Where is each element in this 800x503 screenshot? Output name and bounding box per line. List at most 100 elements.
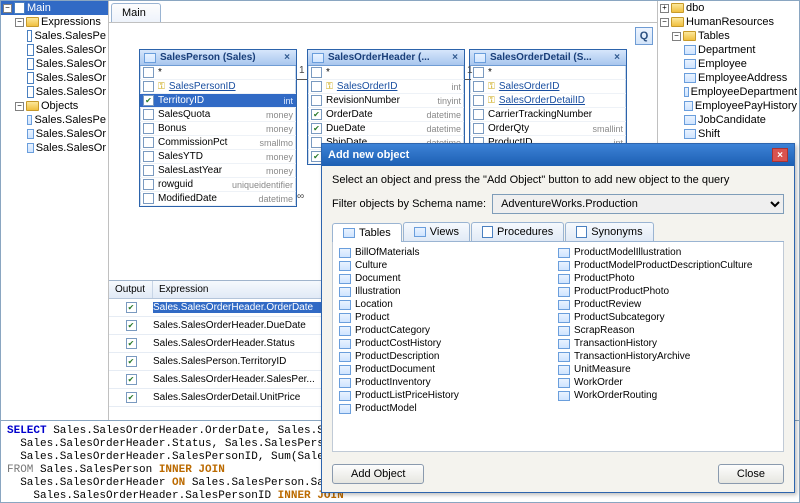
field-checkbox[interactable] — [143, 151, 154, 162]
field-checkbox[interactable] — [143, 95, 154, 106]
field-row[interactable]: SalesLastYearmoney — [140, 164, 296, 178]
collapse-icon[interactable]: − — [672, 32, 681, 41]
field-checkbox[interactable] — [143, 165, 154, 176]
object-list[interactable]: BillOfMaterialsCultureDocumentIllustrati… — [332, 242, 784, 452]
field-checkbox[interactable] — [311, 109, 322, 120]
object-item[interactable]: ProductModel — [339, 402, 558, 415]
output-checkbox[interactable] — [126, 374, 137, 385]
tree-tables-folder[interactable]: − Tables — [670, 29, 799, 43]
object-item[interactable]: ProductDocument — [339, 363, 558, 376]
tab-synonyms[interactable]: Synonyms — [565, 222, 653, 241]
field-checkbox[interactable] — [473, 95, 484, 106]
field-checkbox[interactable] — [143, 81, 154, 92]
tree-humanresources[interactable]: − HumanResources — [658, 15, 799, 29]
tab-procedures[interactable]: Procedures — [471, 222, 564, 241]
output-checkbox[interactable] — [126, 338, 137, 349]
field-checkbox[interactable] — [311, 95, 322, 106]
field-checkbox[interactable] — [311, 123, 322, 134]
close-icon[interactable]: × — [450, 52, 460, 63]
tree-leaf[interactable]: EmployeeDepartment — [682, 85, 799, 99]
left-object-tree[interactable]: − Main − Expressions Sales.SalesPeSales.… — [1, 1, 109, 420]
tree-leaf[interactable]: JobCandidate — [682, 113, 799, 127]
expand-icon[interactable]: + — [660, 4, 669, 13]
field-row[interactable]: rowguiduniqueidentifier — [140, 178, 296, 192]
object-item[interactable]: ProductDescription — [339, 350, 558, 363]
object-item[interactable]: BillOfMaterials — [339, 246, 558, 259]
object-item[interactable]: ProductCostHistory — [339, 337, 558, 350]
close-button[interactable]: Close — [718, 464, 784, 484]
object-item[interactable]: ProductReview — [558, 298, 777, 311]
field-checkbox[interactable] — [143, 179, 154, 190]
object-item[interactable]: ScrapReason — [558, 324, 777, 337]
schema-filter-select[interactable]: AdventureWorks.Production — [492, 194, 784, 214]
tree-leaf[interactable]: Sales.SalesPe — [25, 113, 108, 127]
join-line[interactable] — [297, 79, 307, 80]
field-row[interactable]: CarrierTrackingNumber — [470, 108, 626, 122]
close-icon[interactable]: × — [612, 52, 622, 63]
field-row[interactable]: ⚿SalesOrderDetailID — [470, 94, 626, 108]
tree-leaf[interactable]: Shift — [682, 127, 799, 141]
tab-views[interactable]: Views — [403, 222, 470, 241]
object-item[interactable]: Culture — [339, 259, 558, 272]
object-item[interactable]: Document — [339, 272, 558, 285]
tree-objects[interactable]: − Objects — [13, 99, 108, 113]
object-item[interactable]: UnitMeasure — [558, 363, 777, 376]
field-row[interactable]: ModifiedDatedatetime — [140, 192, 296, 206]
tab-tables[interactable]: Tables — [332, 223, 402, 242]
object-item[interactable]: ProductCategory — [339, 324, 558, 337]
field-checkbox[interactable] — [473, 123, 484, 134]
field-checkbox[interactable] — [143, 137, 154, 148]
tab-main[interactable]: Main — [111, 3, 161, 22]
collapse-icon[interactable]: − — [15, 18, 24, 27]
object-item[interactable]: ProductProductPhoto — [558, 285, 777, 298]
field-row[interactable]: OrderDatedatetime — [308, 108, 464, 122]
add-object-button[interactable]: Add Object — [332, 464, 424, 484]
output-checkbox[interactable] — [126, 320, 137, 331]
output-checkbox[interactable] — [126, 302, 137, 313]
field-star[interactable]: * — [308, 66, 464, 80]
tree-expressions[interactable]: − Expressions — [13, 15, 108, 29]
field-row[interactable]: ⚿SalesPersonID — [140, 80, 296, 94]
tree-root-main[interactable]: − Main — [1, 1, 108, 15]
tree-leaf[interactable]: Employee — [682, 57, 799, 71]
field-row[interactable]: ⚿SalesOrderID — [470, 80, 626, 94]
tree-leaf[interactable]: Sales.SalesOr — [25, 57, 108, 71]
col-output[interactable]: Output — [109, 281, 153, 298]
tree-leaf[interactable]: EmployeePayHistory — [682, 99, 799, 113]
field-checkbox[interactable] — [311, 81, 322, 92]
field-star[interactable]: * — [140, 66, 296, 80]
object-item[interactable]: WorkOrder — [558, 376, 777, 389]
output-checkbox[interactable] — [126, 392, 137, 403]
field-checkbox[interactable] — [143, 193, 154, 204]
collapse-icon[interactable]: − — [660, 18, 669, 27]
field-star[interactable]: * — [470, 66, 626, 80]
object-item[interactable]: TransactionHistoryArchive — [558, 350, 777, 363]
object-item[interactable]: ProductModelIllustration — [558, 246, 777, 259]
tree-leaf[interactable]: Sales.SalesOr — [25, 141, 108, 155]
field-row[interactable]: SalesYTDmoney — [140, 150, 296, 164]
object-item[interactable]: TransactionHistory — [558, 337, 777, 350]
table-salesperson[interactable]: SalesPerson (Sales)× *⚿SalesPersonIDTerr… — [139, 49, 297, 207]
object-item[interactable]: WorkOrderRouting — [558, 389, 777, 402]
tree-dbo[interactable]: + dbo — [658, 1, 799, 15]
field-row[interactable]: DueDatedatetime — [308, 122, 464, 136]
field-row[interactable]: ⚿SalesOrderIDint — [308, 80, 464, 94]
field-row[interactable]: OrderQtysmallint — [470, 122, 626, 136]
tree-leaf[interactable]: Sales.SalesPe — [25, 29, 108, 43]
tree-leaf[interactable]: Sales.SalesOr — [25, 71, 108, 85]
object-item[interactable]: ProductSubcategory — [558, 311, 777, 324]
field-row[interactable]: TerritoryIDint — [140, 94, 296, 108]
join-line[interactable] — [465, 79, 471, 80]
field-row[interactable]: SalesQuotamoney — [140, 108, 296, 122]
object-item[interactable]: ProductInventory — [339, 376, 558, 389]
tree-leaf[interactable]: Sales.SalesOr — [25, 43, 108, 57]
object-item[interactable]: ProductListPriceHistory — [339, 389, 558, 402]
field-checkbox[interactable] — [143, 123, 154, 134]
tree-leaf[interactable]: Sales.SalesOr — [25, 85, 108, 99]
field-row[interactable]: RevisionNumbertinyint — [308, 94, 464, 108]
object-item[interactable]: Illustration — [339, 285, 558, 298]
q-button[interactable]: Q — [635, 27, 653, 45]
tree-leaf[interactable]: EmployeeAddress — [682, 71, 799, 85]
field-checkbox[interactable] — [473, 109, 484, 120]
collapse-icon[interactable]: − — [15, 102, 24, 111]
